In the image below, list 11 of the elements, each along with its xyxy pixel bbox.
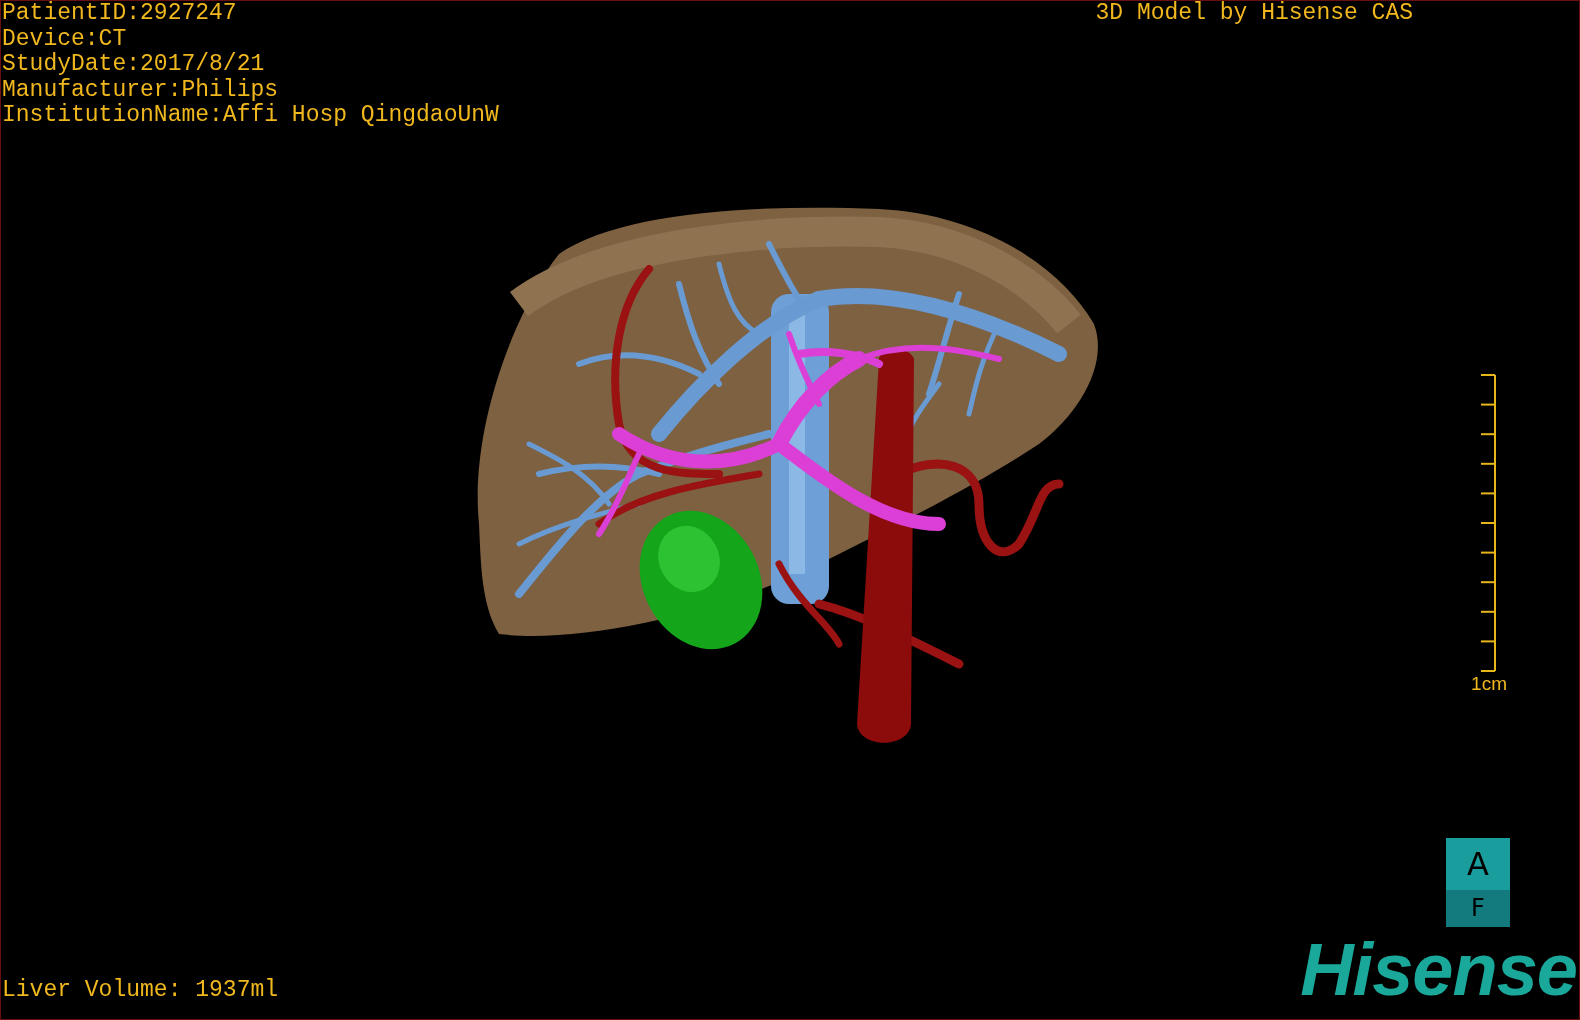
study-info-text: StudyDate:2017/8/21 — [2, 52, 266, 78]
orientation-cube-face[interactable]: F — [1446, 890, 1510, 927]
study-info-text: Device:CT — [2, 26, 128, 52]
study-info-text: Manufacturer:Philips — [2, 77, 280, 103]
study-info-text: InstitutionName:Affi Hosp QingdaoUnW — [2, 103, 499, 129]
study-info-text: PatientID:2927247 — [2, 1, 238, 27]
orientation-cube-face[interactable]: A — [1446, 838, 1510, 890]
logo-text: Hisense — [1300, 935, 1577, 1005]
viewer-title: 3D Model by Hisense CAS — [1095, 1, 1413, 27]
liver-volume-text: Liver Volume: 1937ml — [2, 977, 279, 1003]
scale-label: 1cm — [1471, 672, 1507, 695]
